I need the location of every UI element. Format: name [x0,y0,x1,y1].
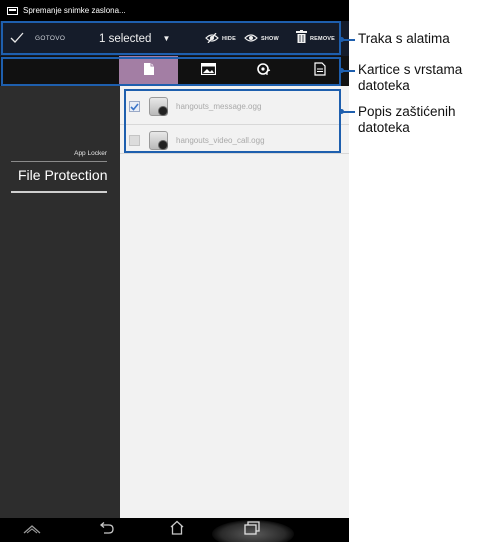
callout-leader-line [341,111,355,113]
callout-label-list-line1: Popis zaštićenih [358,104,456,119]
callout-leader-line [341,39,355,41]
chevron-up-icon [23,521,41,539]
callout-box-tabs [1,57,341,86]
callout-box-file-list [124,89,341,153]
divider [11,161,107,162]
protected-file-list: hangouts_message.ogg hangouts_video_call… [120,86,349,542]
callout-leader-line [341,70,355,72]
callout-label-file-list: Popis zaštićenih datoteka [358,104,456,136]
sidebar-section-app-locker[interactable]: App Locker [74,150,107,157]
callout-label-tabs-line2: datoteka [358,78,410,93]
home-button[interactable] [157,518,197,542]
screenshot-icon [7,6,18,15]
callout-label-list-line2: datoteka [358,120,410,135]
row-divider [120,153,349,154]
nav-up-button[interactable] [12,518,52,542]
active-item-underline [11,191,107,193]
sidebar: App Locker File Protection [0,86,120,542]
home-icon [169,520,185,540]
status-notification-text: Spremanje snimke zaslona... [23,6,126,15]
callout-label-toolbar: Traka s alatima [358,31,450,46]
callout-box-toolbar [1,21,341,55]
callout-label-tabs: Kartice s vrstama datoteka [358,62,462,94]
callout-label-tabs-line1: Kartice s vrstama [358,62,463,77]
recent-apps-icon [244,520,260,540]
recent-apps-button[interactable] [232,518,272,542]
status-bar: Spremanje snimke zaslona... [0,0,349,21]
navigation-bar [0,518,349,542]
sidebar-item-file-protection[interactable]: File Protection [18,167,107,183]
back-button[interactable] [86,518,126,542]
back-icon [98,521,114,539]
